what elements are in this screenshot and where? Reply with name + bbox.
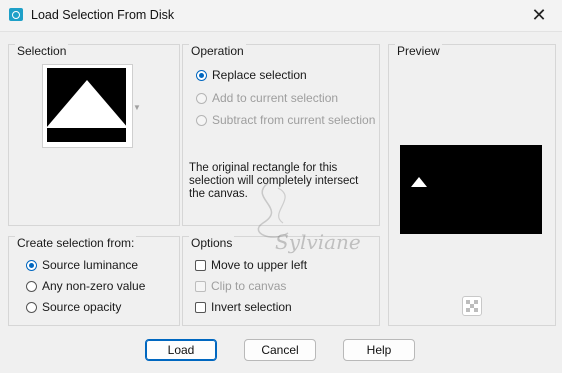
chevron-down-icon[interactable]: ▼ (133, 103, 141, 112)
help-button[interactable]: Help (343, 339, 415, 361)
radio-dot-icon (196, 114, 207, 126)
replace-selection-label: Replace selection (212, 68, 307, 82)
invert-selection-checkbox[interactable]: Invert selection (195, 300, 292, 314)
source-opacity-radio[interactable]: Source opacity (26, 300, 121, 314)
subtract-from-selection-radio[interactable]: Subtract from current selection (196, 113, 375, 127)
close-icon: ✕ (531, 5, 547, 25)
invert-selection-label: Invert selection (211, 300, 292, 314)
move-to-upper-left-checkbox[interactable]: Move to upper left (195, 258, 307, 272)
radio-dot-icon (26, 301, 37, 313)
radio-dot-icon (196, 69, 207, 81)
source-luminance-label: Source luminance (42, 258, 139, 272)
checkbox-icon (195, 259, 206, 271)
add-to-selection-radio[interactable]: Add to current selection (196, 91, 338, 105)
any-nonzero-radio[interactable]: Any non-zero value (26, 279, 145, 293)
app-icon (9, 8, 23, 21)
checkbox-icon (195, 280, 206, 292)
selection-image (46, 68, 128, 142)
radio-dot-icon (26, 259, 37, 271)
checker-zoom-icon (466, 300, 478, 312)
source-opacity-label: Source opacity (42, 300, 122, 314)
selection-group-title: Selection (15, 44, 69, 58)
move-to-upper-left-label: Move to upper left (211, 258, 308, 272)
window-title: Load Selection From Disk (31, 8, 175, 22)
clip-to-canvas-label: Clip to canvas (211, 279, 287, 293)
checkbox-icon (195, 301, 206, 313)
title-bar: Load Selection From Disk ✕ (0, 0, 562, 32)
replace-selection-radio[interactable]: Replace selection (196, 68, 307, 82)
radio-dot-icon (196, 92, 207, 104)
triangle-shape-icon (46, 80, 128, 128)
add-to-selection-label: Add to current selection (212, 91, 339, 105)
preview-canvas (400, 145, 542, 234)
clip-to-canvas-checkbox[interactable]: Clip to canvas (195, 279, 286, 293)
source-luminance-radio[interactable]: Source luminance (26, 258, 138, 272)
preview-triangle-icon (411, 177, 427, 187)
zoom-toggle-button[interactable] (462, 296, 482, 316)
load-button[interactable]: Load (145, 339, 217, 361)
cancel-button[interactable]: Cancel (244, 339, 316, 361)
watermark-text: Sylviane (275, 230, 361, 254)
radio-dot-icon (26, 280, 37, 292)
subtract-from-selection-label: Subtract from current selection (212, 113, 376, 127)
any-nonzero-label: Any non-zero value (42, 279, 146, 293)
operation-group-title: Operation (189, 44, 246, 58)
create-from-group-title: Create selection from: (15, 236, 137, 250)
preview-group-title: Preview (395, 44, 442, 58)
close-button[interactable]: ✕ (516, 0, 562, 31)
selection-thumbnail[interactable] (42, 64, 133, 148)
